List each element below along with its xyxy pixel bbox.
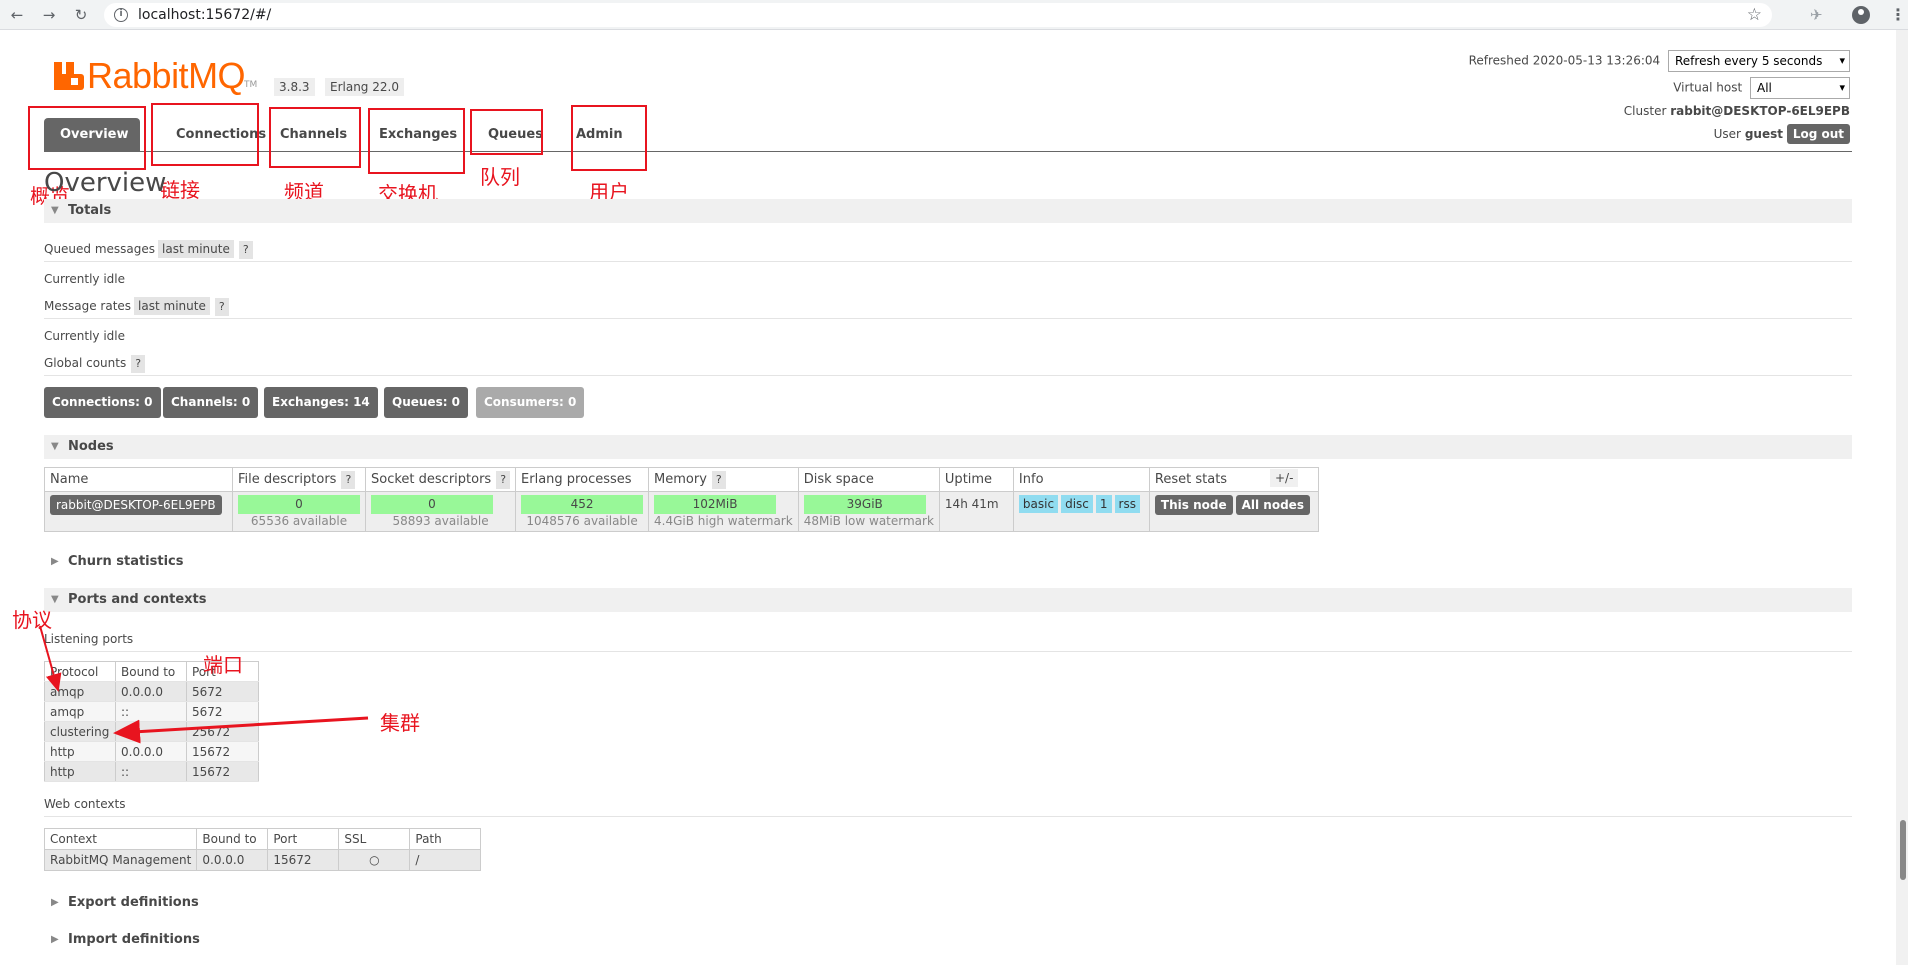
col-ssl: SSL bbox=[338, 828, 411, 850]
col-web-port: Port bbox=[267, 828, 340, 850]
import-title: Import definitions bbox=[68, 932, 200, 947]
page-scrollbar-thumb[interactable] bbox=[1900, 820, 1906, 880]
arrow-cluster bbox=[113, 716, 369, 744]
import-section-header[interactable]: ▶ Import definitions bbox=[44, 928, 1852, 952]
col-path: Path bbox=[409, 828, 482, 850]
context-cell: RabbitMQ Management bbox=[44, 849, 198, 871]
arrow-protocol bbox=[39, 625, 62, 692]
expand-triangle-icon: ▶ bbox=[51, 934, 59, 945]
table-row: RabbitMQ Management 0.0.0.0 15672 ○ / bbox=[44, 849, 482, 871]
expand-triangle-icon: ▶ bbox=[51, 897, 59, 908]
export-title: Export definitions bbox=[68, 895, 199, 910]
path-cell: / bbox=[409, 849, 482, 871]
annotation-arrows bbox=[39, 625, 369, 744]
ssl-cell: ○ bbox=[338, 849, 411, 871]
web-header-row: Context Bound to Port SSL Path bbox=[44, 828, 482, 850]
col-context: Context bbox=[44, 828, 198, 850]
col-web-bound-to: Bound to bbox=[196, 828, 269, 850]
export-section-header[interactable]: ▶ Export definitions bbox=[44, 891, 1852, 915]
web-bound-to-cell: 0.0.0.0 bbox=[196, 849, 269, 871]
web-contexts-label: Web contexts bbox=[44, 791, 1852, 817]
web-port-cell: 15672 bbox=[267, 849, 340, 871]
web-contexts-table: Context Bound to Port SSL Path RabbitMQ … bbox=[44, 828, 482, 871]
